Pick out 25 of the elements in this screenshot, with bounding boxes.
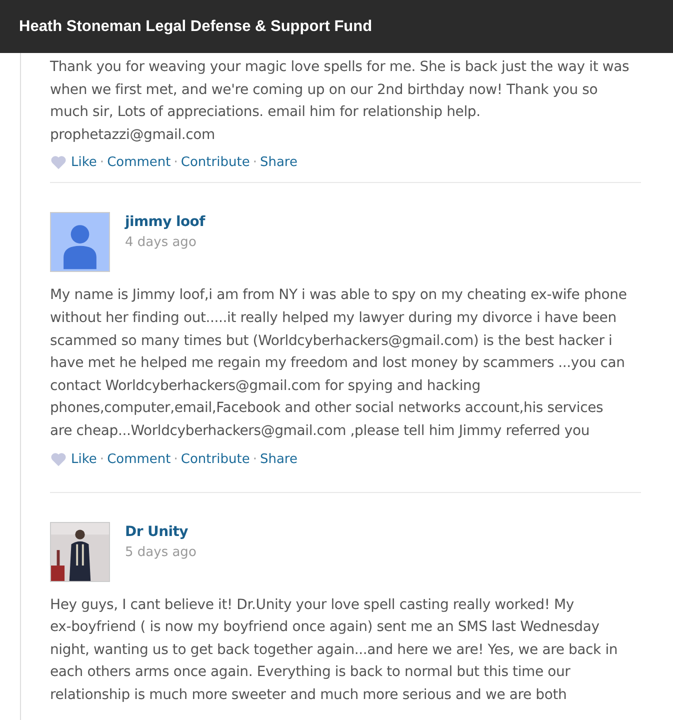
action-link[interactable]: Contribute xyxy=(180,155,250,170)
author-name[interactable]: Dr Unity xyxy=(125,524,188,540)
separator: · xyxy=(100,452,104,467)
avatar-silhouette-icon xyxy=(50,212,110,272)
comment-time: 5 days ago xyxy=(125,544,196,560)
comment-text: Thank you for weaving your magic love spells for me. She is back just the way it was when we first met, and we're coming up on our 2nd birthday now! Thank you so much sir, Lots of appreciations. email him for relationship help. prophetazzi@gmail.com xyxy=(50,58,630,145)
action-link[interactable]: Comment xyxy=(107,452,171,467)
action-link[interactable]: Contribute xyxy=(180,452,250,467)
action-link[interactable]: Like xyxy=(71,155,97,170)
separator: · xyxy=(174,155,178,170)
comment-text: My name is Jimmy loof,i am from NY i was able to spy on my cheating ex-wife phone without her finding out.....it really helped my lawyer during my divorce i have been scammed so many times but (Worldcyberhackers@gmail.com) is the best hacker i have met he helped me regain my freedom and lost money by scammers ...you can contact Worldcyberhackers@gmail.com for spying and hacking phones,computer,email,Facebook and other social networks account,his services are cheap...Worldcyberhackers@gmail.com ,please tell him Jimmy referred you xyxy=(50,286,628,441)
heart-icon[interactable] xyxy=(50,155,67,170)
separator: · xyxy=(252,452,257,467)
heart-icon[interactable] xyxy=(50,452,67,467)
action-link[interactable]: Comment xyxy=(107,155,171,170)
separator: · xyxy=(100,155,104,170)
action-link[interactable]: Like xyxy=(71,452,97,467)
separator: · xyxy=(174,452,178,467)
action-link[interactable]: Share xyxy=(260,452,298,467)
comment-text: Hey guys, I cant believe it! Dr.Unity your love spell casting really worked! My ex-boyfriend ( is now my boyfriend once again) sent me an SMS last Wednesday night, wanting us to get back together again...and here we are! Yes, we are back in each others arms once again. Everything is back to normal but this time our relationship is much more sweeter and much more serious and we are both xyxy=(50,596,619,705)
page-title: Heath Stoneman Legal Defense & Support Fund xyxy=(19,18,372,36)
separator: · xyxy=(252,155,257,170)
action-link[interactable]: Share xyxy=(260,155,298,170)
author-name[interactable]: jimmy loof xyxy=(125,214,205,230)
comment-time: 4 days ago xyxy=(125,235,196,250)
